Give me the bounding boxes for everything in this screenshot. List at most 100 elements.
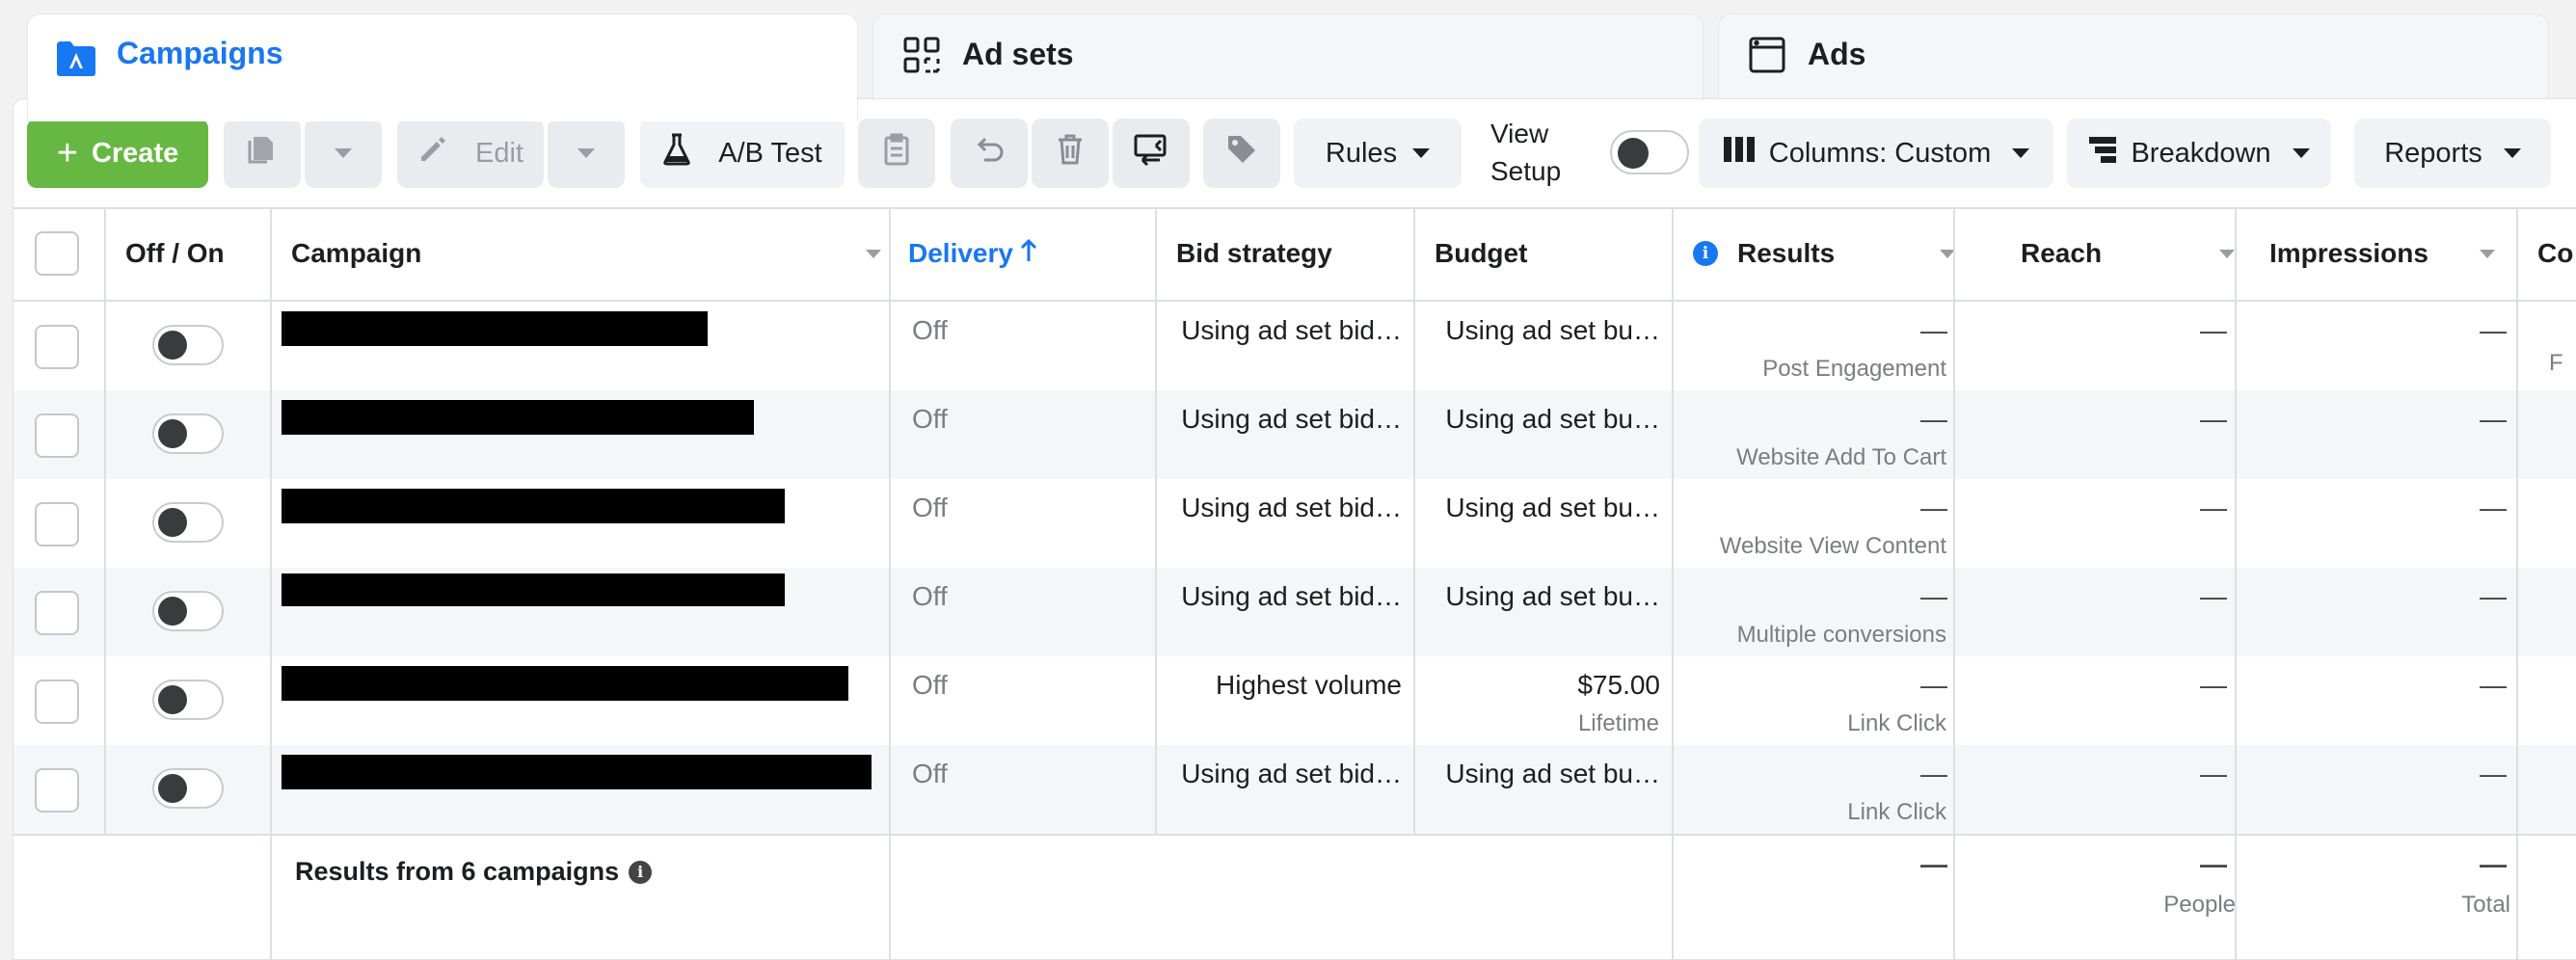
- cost-sub-truncated: F: [2549, 350, 2563, 376]
- row-checkbox[interactable]: [35, 413, 79, 458]
- delivery-status: Off: [912, 404, 948, 434]
- result-value: —: [1920, 581, 1947, 611]
- result-type: Multiple conversions: [1736, 622, 1946, 648]
- edit-dropdown-button[interactable]: [548, 119, 625, 188]
- view-setup-line-2: Setup: [1490, 156, 1562, 186]
- columns-icon: [1723, 136, 1756, 171]
- undo-icon: [973, 135, 1006, 172]
- redacted-campaign-name: [282, 489, 785, 523]
- header-impressions[interactable]: Impressions: [2256, 207, 2512, 300]
- info-icon[interactable]: i: [629, 860, 653, 884]
- campaign-toggle[interactable]: [152, 768, 224, 809]
- chevron-down-icon: [335, 148, 352, 158]
- reports-dropdown[interactable]: Reports: [2354, 119, 2551, 188]
- toggle-knob: [158, 508, 187, 537]
- impressions-value: —: [2480, 493, 2507, 522]
- row-checkbox[interactable]: [35, 502, 79, 547]
- row-checkbox[interactable]: [35, 680, 79, 724]
- campaign-toggle[interactable]: [152, 680, 224, 720]
- tab-ad-sets[interactable]: Ad sets: [872, 13, 1704, 110]
- result-type: Website View Content: [1719, 533, 1946, 559]
- row-checkbox[interactable]: [35, 325, 79, 369]
- breakdown-dropdown[interactable]: Breakdown: [2067, 119, 2331, 188]
- result-type: Website Add To Cart: [1736, 444, 1946, 470]
- redacted-campaign-name: [282, 573, 785, 606]
- campaign-toggle[interactable]: [152, 413, 224, 454]
- header-bid-strategy[interactable]: Bid strategy: [1176, 207, 1427, 300]
- header-cost[interactable]: Co: [2537, 207, 2576, 300]
- campaign-toggle[interactable]: [152, 591, 224, 631]
- create-label: Create: [91, 137, 179, 169]
- chevron-down-icon: [2503, 148, 2521, 158]
- columns-label: Columns: Custom: [1768, 137, 1992, 169]
- duplicate-dropdown-button[interactable]: [305, 119, 382, 188]
- reach-value: —: [2200, 759, 2227, 788]
- tag-button[interactable]: [1203, 119, 1280, 188]
- swap-button[interactable]: [1113, 119, 1190, 188]
- rules-dropdown[interactable]: Rules: [1294, 119, 1462, 188]
- sort-up-arrow-icon: [1019, 238, 1038, 270]
- edit-label: Edit: [475, 137, 523, 169]
- breakdown-icon: [2088, 136, 2117, 171]
- header-reach[interactable]: Reach: [2021, 207, 2252, 300]
- total-reach-unit: People: [2163, 892, 2236, 918]
- delivery-status: Off: [912, 315, 948, 345]
- tab-ads[interactable]: Ads: [1718, 13, 2549, 110]
- result-value: —: [1920, 670, 1947, 700]
- results-summary-label: Results from 6 campaigns: [295, 857, 620, 886]
- view-setup-toggle[interactable]: [1610, 130, 1689, 174]
- tab-label: Ad sets: [962, 37, 1074, 71]
- column-divider: [2516, 207, 2518, 959]
- create-button[interactable]: + Create: [27, 119, 208, 188]
- header-results[interactable]: i Results: [1693, 207, 1972, 300]
- chevron-down-icon: [866, 250, 881, 258]
- header-budget[interactable]: Budget: [1435, 207, 1685, 300]
- result-value: —: [1920, 759, 1947, 788]
- reach-value: —: [2200, 315, 2227, 345]
- tab-campaigns[interactable]: Campaigns: [27, 13, 858, 121]
- campaigns-table: Off / On Campaign Delivery Bid strategy …: [13, 207, 2576, 959]
- column-divider: [1953, 207, 1955, 959]
- totals-row: Results from 6 campaigns i — — People — …: [13, 836, 2576, 959]
- toggle-knob: [158, 597, 187, 626]
- result-value: —: [1920, 315, 1947, 345]
- duplicate-button[interactable]: [224, 119, 301, 188]
- toggle-knob: [158, 774, 187, 803]
- bid-strategy: Using ad set bid…: [1181, 581, 1402, 611]
- ab-test-button[interactable]: A/B Test: [640, 119, 845, 188]
- flask-icon: [662, 133, 691, 173]
- duplicate-icon: [246, 133, 279, 173]
- tab-label: Campaigns: [117, 36, 283, 70]
- toggle-knob: [158, 331, 187, 360]
- delivery-status: Off: [912, 759, 948, 788]
- budget-type: Lifetime: [1577, 710, 1659, 736]
- budget: Using ad set bu…: [1445, 315, 1660, 345]
- campaign-toggle[interactable]: [152, 502, 224, 543]
- impressions-value: —: [2480, 581, 2507, 611]
- total-results: —: [1920, 849, 1947, 879]
- bid-strategy: Using ad set bid…: [1181, 493, 1402, 522]
- delete-button[interactable]: [1032, 119, 1109, 188]
- column-divider: [1155, 207, 1157, 836]
- clipboard-button[interactable]: [858, 119, 935, 188]
- results-summary: Results from 6 campaigns i: [295, 857, 653, 887]
- row-checkbox[interactable]: [35, 768, 79, 813]
- impressions-value: —: [2480, 759, 2507, 788]
- header-campaign[interactable]: Campaign: [291, 207, 899, 300]
- table-row: Off Using ad set bid… Using ad set bu… —…: [13, 302, 2576, 390]
- total-impressions: —: [2480, 849, 2507, 879]
- columns-dropdown[interactable]: Columns: Custom: [1699, 119, 2053, 188]
- select-all-checkbox[interactable]: [35, 231, 79, 276]
- edit-button[interactable]: Edit: [397, 119, 544, 188]
- row-checkbox[interactable]: [35, 591, 79, 635]
- undo-button[interactable]: [951, 119, 1028, 188]
- info-icon[interactable]: i: [1693, 241, 1718, 266]
- clipboard-icon: [883, 133, 910, 173]
- chevron-down-icon: [2480, 250, 2495, 258]
- campaign-toggle[interactable]: [152, 325, 224, 365]
- budget: Using ad set bu…: [1445, 759, 1660, 788]
- trash-icon: [1056, 133, 1085, 173]
- header-delivery[interactable]: Delivery: [908, 207, 1168, 300]
- reach-value: —: [2200, 670, 2227, 700]
- tab-label: Ads: [1808, 37, 1866, 71]
